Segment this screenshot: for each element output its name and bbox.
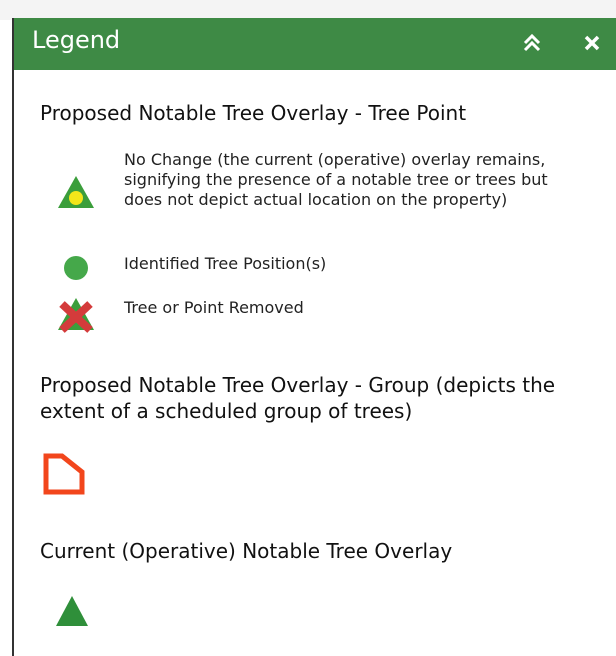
- close-button[interactable]: [577, 28, 607, 58]
- legend-item-label: Tree or Point Removed: [124, 298, 304, 317]
- legend-title: Legend: [32, 26, 121, 54]
- legend-item-identified-tree: Identified Tree Position(s): [54, 250, 594, 280]
- section-heading-tree-point: Proposed Notable Tree Overlay - Tree Poi…: [40, 101, 467, 125]
- background-strip: [0, 0, 616, 20]
- legend-item-label: Identified Tree Position(s): [124, 254, 327, 273]
- legend-panel: Legend Proposed Notable Tree Overlay - T…: [12, 18, 616, 656]
- legend-item-no-change: No Change (the current (operative) overl…: [54, 150, 594, 246]
- section-heading-group: Proposed Notable Tree Overlay - Group (d…: [40, 373, 556, 423]
- page: Legend Proposed Notable Tree Overlay - T…: [0, 0, 616, 656]
- green-circle-icon: [64, 256, 88, 280]
- green-triangle-icon: [56, 596, 88, 626]
- red-x-green-triangle-icon: [58, 298, 94, 333]
- close-icon: [584, 35, 600, 51]
- double-chevron-up-icon: [523, 33, 541, 52]
- section-heading-current: Current (Operative) Notable Tree Overlay: [40, 539, 453, 563]
- legend-item-tree-removed: Tree or Point Removed: [54, 294, 594, 333]
- orange-polygon-icon: [43, 453, 85, 495]
- legend-item-label: No Change (the current (operative) overl…: [124, 150, 548, 209]
- legend-header: Legend: [14, 18, 616, 70]
- green-triangle-yellow-dot-icon: [58, 176, 94, 208]
- collapse-button[interactable]: [517, 28, 547, 58]
